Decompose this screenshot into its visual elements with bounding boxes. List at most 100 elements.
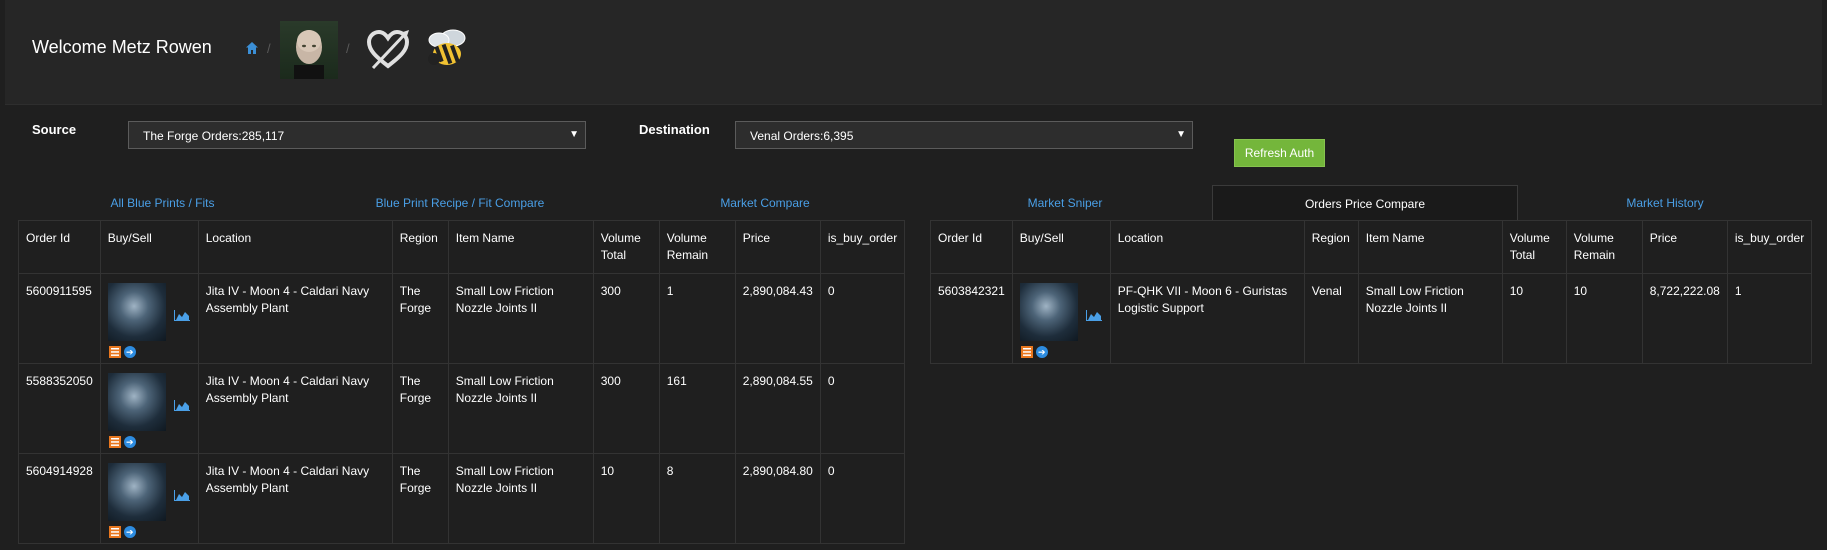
chart-area-icon[interactable] — [173, 399, 190, 411]
ship-thumbnail[interactable] — [107, 373, 166, 431]
list-icon[interactable] — [1020, 346, 1033, 358]
volume-remain-cell: 161 — [658, 363, 736, 454]
chart-area-icon[interactable] — [173, 489, 190, 501]
ship-thumbnail[interactable] — [107, 283, 166, 341]
item-name-cell: Small Low Friction Nozzle Joints II — [1357, 273, 1503, 364]
volume-total-cell: 10 — [592, 453, 660, 544]
tab-orders-price-compare[interactable]: Orders Price Compare — [1212, 185, 1518, 221]
table-row: 5603842321 ➔ PF-QHK VII - Moon 6 - Guris… — [930, 273, 1813, 364]
volume-total-cell: 300 — [592, 363, 660, 454]
tab-market-history[interactable]: Market History — [1600, 185, 1730, 221]
breadcrumb-separator: / — [267, 41, 271, 56]
chevron-down-icon: ▼ — [569, 129, 579, 140]
item-name-cell: Small Low Friction Nozzle Joints II — [447, 273, 594, 364]
col-price: Price — [1641, 220, 1728, 274]
order-id-cell: 5600911595 — [18, 273, 101, 364]
table-header-row: Order Id Buy/Sell Location Region Item N… — [18, 220, 906, 274]
col-order-id: Order Id — [18, 220, 101, 274]
order-id-cell: 5604914928 — [18, 453, 101, 544]
chart-area-icon[interactable] — [173, 309, 190, 321]
price-cell: 2,890,084.80 — [734, 453, 821, 544]
tab-market-compare[interactable]: Market Compare — [700, 185, 830, 221]
destination-label: Destination — [639, 122, 710, 137]
is-buy-order-cell: 0 — [819, 363, 906, 454]
chevron-down-icon: ▼ — [1176, 129, 1186, 140]
bee-icon[interactable] — [423, 26, 471, 72]
avatar[interactable] — [280, 21, 338, 79]
tab-all-blue-prints[interactable]: All Blue Prints / Fits — [80, 185, 245, 221]
col-location: Location — [197, 220, 393, 274]
home-icon[interactable] — [245, 41, 259, 55]
arrow-circle-icon[interactable]: ➔ — [123, 346, 136, 358]
col-volume-remain: Volume Remain — [1565, 220, 1643, 274]
col-region: Region — [391, 220, 449, 274]
list-icon[interactable] — [108, 526, 121, 538]
price-cell: 2,890,084.55 — [734, 363, 821, 454]
destination-orders-table: Order Id Buy/Sell Location Region Item N… — [930, 220, 1813, 364]
region-cell: The Forge — [391, 363, 449, 454]
volume-total-cell: 300 — [592, 273, 660, 364]
is-buy-order-cell: 0 — [819, 273, 906, 364]
destination-select-value: Venal Orders:6,395 — [750, 129, 854, 143]
volume-remain-cell: 8 — [658, 453, 736, 544]
refresh-auth-button[interactable]: Refresh Auth — [1234, 139, 1325, 167]
item-name-cell: Small Low Friction Nozzle Joints II — [447, 363, 594, 454]
table-row: 5588352050 ➔ Jita IV - Moon 4 - Caldari … — [18, 363, 906, 454]
col-volume-remain: Volume Remain — [658, 220, 736, 274]
tab-market-sniper[interactable]: Market Sniper — [1000, 185, 1130, 221]
source-orders-table: Order Id Buy/Sell Location Region Item N… — [18, 220, 906, 544]
tab-blue-print-recipe[interactable]: Blue Print Recipe / Fit Compare — [355, 185, 565, 221]
location-cell: Jita IV - Moon 4 - Caldari Navy Assembly… — [197, 453, 393, 544]
buy-sell-cell: ➔ — [99, 453, 199, 544]
order-id-cell: 5603842321 — [930, 273, 1013, 364]
price-cell: 2,890,084.43 — [734, 273, 821, 364]
location-cell: Jita IV - Moon 4 - Caldari Navy Assembly… — [197, 363, 393, 454]
order-id-cell: 5588352050 — [18, 363, 101, 454]
region-cell: The Forge — [391, 453, 449, 544]
col-order-id: Order Id — [930, 220, 1013, 274]
location-cell: PF-QHK VII - Moon 6 - Guristas Logistic … — [1109, 273, 1305, 364]
col-is-buy-order: is_buy_order — [819, 220, 906, 274]
arrow-circle-icon[interactable]: ➔ — [123, 436, 136, 448]
col-region: Region — [1303, 220, 1359, 274]
volume-total-cell: 10 — [1501, 273, 1567, 364]
crossed-heart-icon[interactable] — [365, 28, 411, 72]
buy-sell-cell: ➔ — [99, 363, 199, 454]
price-cell: 8,722,222.08 — [1641, 273, 1728, 364]
list-icon[interactable] — [108, 346, 121, 358]
col-location: Location — [1109, 220, 1305, 274]
col-is-buy-order: is_buy_order — [1726, 220, 1813, 274]
list-icon[interactable] — [108, 436, 121, 448]
col-price: Price — [734, 220, 821, 274]
buy-sell-cell: ➔ — [99, 273, 199, 364]
ship-thumbnail[interactable] — [1019, 283, 1078, 341]
header-bar: Welcome Metz Rowen / / — [5, 0, 1822, 105]
chart-area-icon[interactable] — [1085, 309, 1102, 321]
buy-sell-cell: ➔ — [1011, 273, 1111, 364]
arrow-circle-icon[interactable]: ➔ — [1035, 346, 1048, 358]
source-select-value: The Forge Orders:285,117 — [143, 129, 285, 143]
col-volume-total: Volume Total — [1501, 220, 1567, 274]
destination-select[interactable]: Venal Orders:6,395 ▼ — [735, 121, 1193, 149]
region-cell: The Forge — [391, 273, 449, 364]
breadcrumb-separator-2: / — [346, 41, 350, 56]
location-cell: Jita IV - Moon 4 - Caldari Navy Assembly… — [197, 273, 393, 364]
item-name-cell: Small Low Friction Nozzle Joints II — [447, 453, 594, 544]
col-volume-total: Volume Total — [592, 220, 660, 274]
col-item-name: Item Name — [1357, 220, 1503, 274]
ship-thumbnail[interactable] — [107, 463, 166, 521]
is-buy-order-cell: 1 — [1726, 273, 1813, 364]
is-buy-order-cell: 0 — [819, 453, 906, 544]
volume-remain-cell: 1 — [658, 273, 736, 364]
table-header-row: Order Id Buy/Sell Location Region Item N… — [930, 220, 1813, 274]
region-cell: Venal — [1303, 273, 1359, 364]
table-row: 5600911595 ➔ Jita IV - Moon 4 - Caldari … — [18, 273, 906, 364]
source-select[interactable]: The Forge Orders:285,117 ▼ — [128, 121, 586, 149]
col-buy-sell: Buy/Sell — [1011, 220, 1111, 274]
welcome-text: Welcome Metz Rowen — [32, 37, 212, 57]
col-buy-sell: Buy/Sell — [99, 220, 199, 274]
arrow-circle-icon[interactable]: ➔ — [123, 526, 136, 538]
source-label: Source — [32, 122, 77, 137]
table-row: 5604914928 ➔ Jita IV - Moon 4 - Caldari … — [18, 453, 906, 544]
volume-remain-cell: 10 — [1565, 273, 1643, 364]
